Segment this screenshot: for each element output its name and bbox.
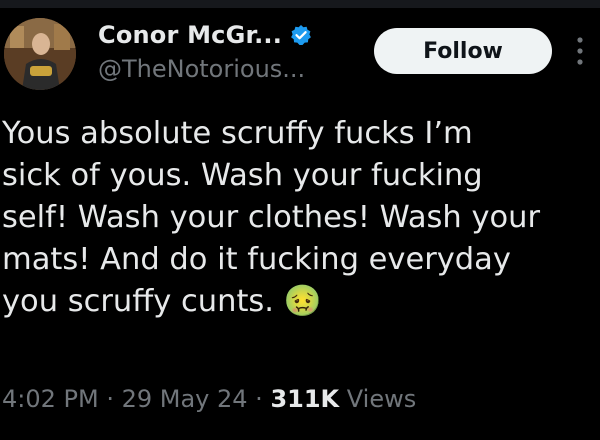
top-strip xyxy=(0,0,600,8)
meta-separator: · xyxy=(98,385,122,413)
tweet-time[interactable]: 4:02 PM xyxy=(2,385,99,413)
author-display-name[interactable]: Conor McGr... xyxy=(98,21,282,49)
verified-badge-icon xyxy=(291,25,311,45)
more-options-icon[interactable] xyxy=(576,36,584,66)
author-name-row[interactable]: Conor McGr... xyxy=(98,21,312,49)
profile-photo xyxy=(4,18,76,90)
tweet-date[interactable]: 29 May 24 xyxy=(122,385,248,413)
avatar[interactable] xyxy=(4,18,76,90)
views-label: Views xyxy=(346,385,417,413)
nauseated-face-emoji: 🤢 xyxy=(283,284,322,319)
author-handle[interactable]: @TheNotorious... xyxy=(98,55,305,83)
tweet-meta: 4:02 PM · 29 May 24 · 311K Views xyxy=(2,385,416,413)
views-count: 311K xyxy=(270,385,340,413)
tweet-text: Yous absolute scruffy fucks I’m sick of … xyxy=(2,113,596,323)
tweet-body: Yous absolute scruffy fucks I’m sick of … xyxy=(2,116,541,319)
meta-separator: · xyxy=(247,385,271,413)
follow-button[interactable]: Follow xyxy=(374,28,552,74)
